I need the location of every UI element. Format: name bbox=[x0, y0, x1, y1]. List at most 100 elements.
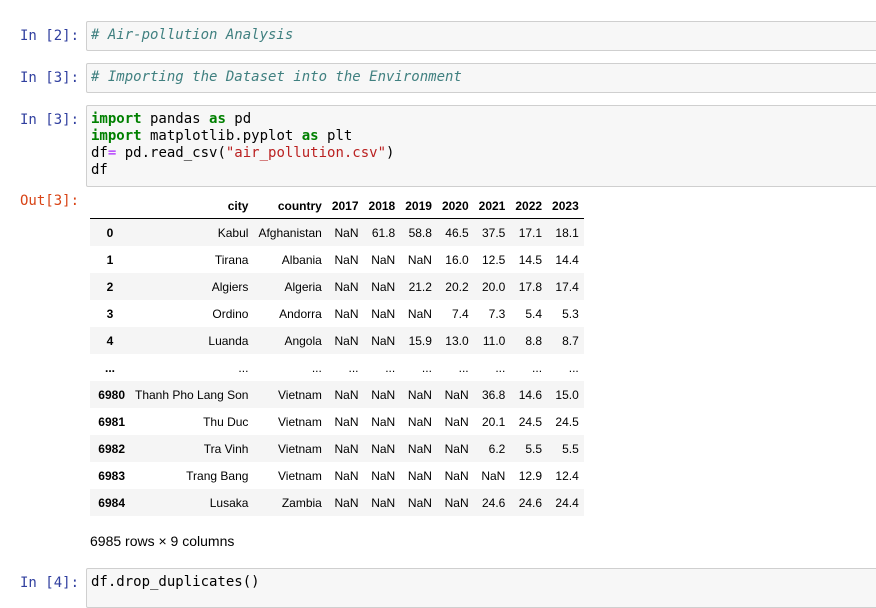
table-cell: NaN bbox=[407, 414, 432, 429]
code-text: df.drop_duplicates() bbox=[91, 574, 260, 590]
table-cell: Kabul bbox=[217, 225, 249, 240]
table-cell: 5.5 bbox=[562, 441, 579, 456]
table-cell: 15.0 bbox=[555, 387, 579, 402]
code-cell-input[interactable]: df.drop_duplicates() bbox=[86, 568, 876, 608]
table-cell: NaN bbox=[371, 468, 396, 483]
table-cell: Thu Duc bbox=[203, 414, 249, 429]
table-cell: 21.2 bbox=[408, 279, 432, 294]
table-cell: NaN bbox=[444, 468, 469, 483]
table-cell: 12.5 bbox=[481, 252, 506, 267]
table-cell: 36.8 bbox=[481, 387, 506, 402]
table-cell: 18.1 bbox=[555, 225, 579, 240]
dataframe-shape: 6985 rows × 9 columns bbox=[90, 533, 235, 549]
keyword: as bbox=[301, 128, 319, 144]
table-cell: Afghanistan bbox=[258, 225, 322, 240]
cell-prompt: In [2]: bbox=[20, 28, 80, 44]
table-cell: NaN bbox=[371, 441, 396, 456]
code-cell-input[interactable]: # Importing the Dataset into the Environ… bbox=[86, 63, 876, 93]
output-prompt: Out[3]: bbox=[20, 193, 80, 209]
table-cell: NaN bbox=[407, 387, 432, 402]
table-cell: 14.6 bbox=[518, 387, 543, 402]
table-cell: ... bbox=[348, 360, 359, 375]
table-body: 0 Kabul Afghanistan NaN 61.8 58.8 46.5 37.5 17.1… bbox=[90, 218, 584, 516]
table-cell: 14.4 bbox=[555, 252, 579, 267]
table-cell: NaN bbox=[371, 495, 396, 510]
table-cell: ... bbox=[568, 360, 579, 375]
table-cell: 24.5 bbox=[555, 414, 579, 429]
table-row: 6983 Trang Bang Vietnam NaN NaN NaN NaN NaN 12.9… bbox=[90, 462, 584, 489]
table-cell: 17.1 bbox=[518, 225, 543, 240]
table-cell: NaN bbox=[334, 441, 359, 456]
table-cell: NaN bbox=[371, 306, 396, 321]
table-cell: 20.1 bbox=[481, 414, 506, 429]
table-cell: NaN bbox=[407, 252, 432, 267]
table-cell: 16.0 bbox=[445, 252, 469, 267]
table-cell: ... bbox=[385, 360, 396, 375]
table-cell: 5.4 bbox=[525, 306, 543, 321]
row-index: 4 bbox=[106, 333, 114, 348]
table-row: 6980 Thanh Pho Lang Son Vietnam NaN NaN NaN Na… bbox=[90, 381, 584, 408]
column-header bbox=[90, 193, 130, 219]
table-cell: 11.0 bbox=[482, 333, 506, 348]
table-cell: NaN bbox=[481, 468, 506, 483]
table-cell: NaN bbox=[407, 441, 432, 456]
column-header: 2022 bbox=[510, 193, 548, 219]
table-cell: ... bbox=[495, 360, 506, 375]
keyword: import bbox=[91, 111, 142, 127]
table-row: 6982 Tra Vinh Vietnam NaN NaN NaN NaN 6.2 5.5 5.5 bbox=[90, 435, 584, 462]
code-text: pd.read_csv( bbox=[116, 145, 226, 161]
row-index: 6982 bbox=[98, 441, 125, 456]
table-cell: 46.5 bbox=[445, 225, 469, 240]
row-index: ... bbox=[104, 360, 115, 375]
table-cell: NaN bbox=[334, 279, 359, 294]
table-cell: NaN bbox=[334, 333, 359, 348]
keyword: as bbox=[209, 111, 226, 127]
table-cell: Vietnam bbox=[278, 387, 322, 402]
table-cell: 12.4 bbox=[555, 468, 579, 483]
table-cell: ... bbox=[421, 360, 432, 375]
table-cell: 24.6 bbox=[518, 495, 543, 510]
table-cell: NaN bbox=[334, 495, 359, 510]
table-cell: Trang Bang bbox=[186, 468, 249, 483]
table-cell: NaN bbox=[371, 387, 396, 402]
table-cell: NaN bbox=[334, 252, 359, 267]
code-comment: # Air-pollution Analysis bbox=[91, 27, 294, 43]
table-cell: 20.2 bbox=[445, 279, 469, 294]
table-cell: 5.3 bbox=[562, 306, 579, 321]
table-cell: 24.6 bbox=[481, 495, 506, 510]
column-header: 2020 bbox=[436, 193, 474, 219]
table-cell: 14.5 bbox=[518, 252, 543, 267]
code-text: pandas bbox=[141, 111, 210, 127]
code-line: import pandas as pd bbox=[91, 111, 876, 128]
code-cell-input[interactable]: import pandas as pd import matplotlib.py… bbox=[86, 105, 876, 187]
table-cell: NaN bbox=[444, 441, 469, 456]
code-text: df bbox=[91, 162, 108, 178]
table-cell: 58.8 bbox=[408, 225, 432, 240]
table-row: 6984 Lusaka Zambia NaN NaN NaN NaN 24.6 24.6 24.4 bbox=[90, 489, 584, 516]
table-cell: 20.0 bbox=[481, 279, 506, 294]
table-cell: Vietnam bbox=[278, 468, 322, 483]
table-row: .............................. bbox=[90, 354, 584, 381]
table-cell: Thanh Pho Lang Son bbox=[135, 387, 249, 402]
table-cell: 24.4 bbox=[555, 495, 579, 510]
markdown-cell-input[interactable]: # Air-pollution Analysis bbox=[86, 21, 876, 51]
table-cell: NaN bbox=[334, 387, 359, 402]
table-cell: Ordino bbox=[212, 306, 249, 321]
column-header: city bbox=[130, 193, 254, 219]
cell-prompt: In [3]: bbox=[20, 70, 80, 86]
dataframe-table: city country 2017 2018 2019 2020 2021 20… bbox=[90, 193, 584, 516]
table-cell: 13.0 bbox=[445, 333, 469, 348]
table-cell: Algeria bbox=[284, 279, 322, 294]
table-cell: ... bbox=[458, 360, 469, 375]
code-text: df bbox=[91, 145, 108, 161]
table-row: 3 Ordino Andorra NaN NaN NaN 7.4 7.3 5.4 5.3 bbox=[90, 300, 584, 327]
table-cell: Zambia bbox=[281, 495, 322, 510]
table-cell: NaN bbox=[444, 495, 469, 510]
column-header: country bbox=[253, 193, 327, 219]
table-cell: NaN bbox=[407, 306, 432, 321]
table-cell: 6.2 bbox=[488, 441, 506, 456]
table-cell: Tra Vinh bbox=[203, 441, 249, 456]
table-row: 4 Luanda Angola NaN NaN 15.9 13.0 11.0 8.8 8.7 bbox=[90, 327, 584, 354]
table-cell: Tirana bbox=[214, 252, 249, 267]
row-index: 3 bbox=[106, 306, 114, 321]
